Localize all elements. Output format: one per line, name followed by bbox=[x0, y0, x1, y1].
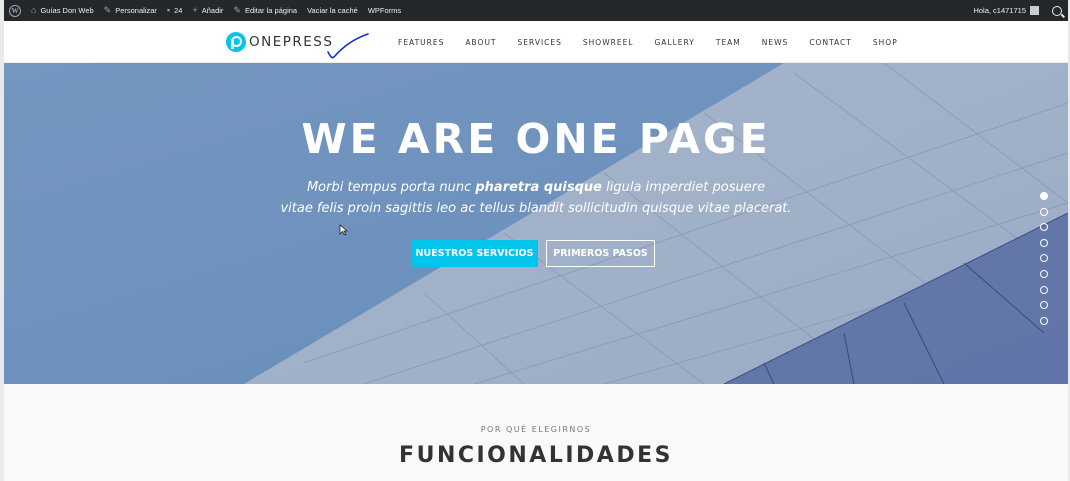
hero-subtitle-line-2: vitae felis proin sagittis leo ac tellus… bbox=[280, 201, 792, 216]
add-new-label: Añadir bbox=[201, 6, 224, 15]
hero-section: WE ARE ONE PAGE Morbi tempus porta nunc … bbox=[4, 63, 1068, 384]
hero-title: WE ARE ONE PAGE bbox=[301, 115, 771, 163]
mouse-cursor-icon bbox=[339, 224, 348, 236]
section-kicker: POR QUÉ ELEGIRNOS bbox=[480, 425, 592, 434]
get-started-button[interactable]: PRIMEROS PASOS bbox=[546, 240, 655, 267]
slider-dot-2[interactable] bbox=[1040, 207, 1048, 216]
wp-logo-menu[interactable]: W bbox=[4, 0, 26, 21]
features-section: POR QUÉ ELEGIRNOS FUNCIONALIDADES bbox=[4, 384, 1068, 481]
services-button[interactable]: NUESTROS SERVICIOS bbox=[411, 240, 538, 267]
pencil-icon: ✎ bbox=[233, 5, 241, 15]
hero-subtitle-bold: pharetra quisque bbox=[475, 180, 602, 195]
comments-link[interactable]: ▪ 24 bbox=[162, 0, 188, 21]
wpforms-label: WPForms bbox=[367, 6, 402, 15]
edit-page-link[interactable]: ✎ Editar la página bbox=[228, 0, 302, 21]
wordpress-logo-icon: W bbox=[9, 4, 21, 17]
hero-background-image bbox=[4, 63, 1068, 384]
logo-text: ONEPRESS bbox=[249, 34, 334, 50]
hero-subtitle-text-end: ligula imperdiet posuere bbox=[601, 180, 766, 195]
customize-link[interactable]: ✎ Personalizar bbox=[99, 0, 162, 21]
slider-pagination bbox=[1040, 192, 1048, 332]
slider-dot-7[interactable] bbox=[1040, 285, 1048, 294]
clear-cache-link[interactable]: Vaciar la caché bbox=[302, 0, 363, 21]
add-new-menu[interactable]: + Añadir bbox=[187, 0, 228, 21]
nav-item-contact[interactable]: CONTACT bbox=[809, 38, 852, 47]
site-header: ONEPRESS FEATURES ABOUT SERVICES SHOWREE… bbox=[4, 21, 1068, 63]
clear-cache-label: Vaciar la caché bbox=[307, 6, 358, 15]
edit-page-label: Editar la página bbox=[244, 6, 298, 15]
site-name-menu[interactable]: ⌂ Guías Don Web bbox=[26, 0, 99, 21]
slider-dot-8[interactable] bbox=[1040, 301, 1048, 310]
nav-item-services[interactable]: SERVICES bbox=[518, 38, 562, 47]
nav-item-gallery[interactable]: GALLERY bbox=[655, 38, 695, 47]
section-title: FUNCIONALIDADES bbox=[399, 443, 673, 468]
slider-dot-5[interactable] bbox=[1040, 254, 1048, 263]
account-menu[interactable]: Hola, c1471715 bbox=[968, 0, 1044, 21]
site-logo[interactable]: ONEPRESS bbox=[226, 32, 333, 52]
slider-dot-6[interactable] bbox=[1040, 269, 1048, 278]
avatar bbox=[1030, 6, 1039, 15]
hero-subtitle-text: Morbi tempus porta nunc bbox=[306, 180, 476, 195]
comments-count: 24 bbox=[174, 6, 183, 15]
wpforms-menu[interactable]: WPForms bbox=[363, 0, 406, 21]
slider-dot-3[interactable] bbox=[1040, 223, 1048, 232]
greeting-label: Hola, c1471715 bbox=[973, 6, 1026, 15]
pen-annotation-checkmark bbox=[327, 33, 369, 59]
slider-dot-9[interactable] bbox=[1040, 316, 1048, 325]
nav-item-showreel[interactable]: SHOWREEL bbox=[583, 38, 634, 47]
hero-subtitle-line-1: Morbi tempus porta nunc pharetra quisque… bbox=[4, 177, 1068, 198]
nav-item-team[interactable]: TEAM bbox=[716, 38, 741, 47]
nav-item-features[interactable]: FEATURES bbox=[398, 38, 444, 47]
comment-icon: ▪ bbox=[166, 5, 171, 15]
nav-item-news[interactable]: NEWS bbox=[762, 38, 789, 47]
wp-admin-bar: W ⌂ Guías Don Web ✎ Personalizar ▪ 24 + … bbox=[4, 0, 1068, 21]
nav-item-shop[interactable]: SHOP bbox=[873, 38, 898, 47]
onepress-logo-icon bbox=[226, 32, 246, 52]
plus-icon: + bbox=[192, 5, 198, 15]
slider-dot-4[interactable] bbox=[1040, 238, 1048, 247]
paintbrush-icon: ✎ bbox=[103, 5, 112, 15]
customize-label: Personalizar bbox=[115, 6, 157, 15]
browser-viewport: W ⌂ Guías Don Web ✎ Personalizar ▪ 24 + … bbox=[4, 0, 1068, 481]
slider-dot-1[interactable] bbox=[1040, 192, 1048, 200]
hero-subtitle: Morbi tempus porta nunc pharetra quisque… bbox=[4, 177, 1068, 219]
nav-item-about[interactable]: ABOUT bbox=[465, 38, 496, 47]
home-icon: ⌂ bbox=[31, 5, 37, 15]
main-navigation: FEATURES ABOUT SERVICES SHOWREEL GALLERY… bbox=[398, 21, 919, 63]
site-name-label: Guías Don Web bbox=[40, 6, 94, 15]
search-icon[interactable] bbox=[1052, 5, 1062, 16]
